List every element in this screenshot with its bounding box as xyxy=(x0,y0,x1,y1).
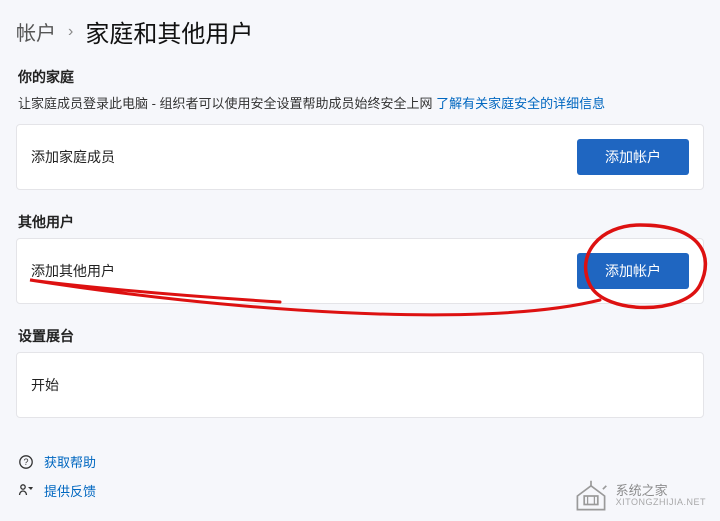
breadcrumb: 帐户 › 家庭和其他用户 xyxy=(16,14,704,49)
watermark-title: 系统之家 xyxy=(616,484,706,498)
watermark: 系统之家 XITONGZHIJIA.NET xyxy=(574,479,706,513)
breadcrumb-parent[interactable]: 帐户 xyxy=(16,17,56,46)
add-other-user-label: 添加其他用户 xyxy=(31,261,115,281)
watermark-sub: XITONGZHIJIA.NET xyxy=(616,498,706,508)
other-users-section-title: 其他用户 xyxy=(18,212,704,232)
get-help-text: 获取帮助 xyxy=(44,452,96,471)
watermark-logo-icon xyxy=(574,479,608,513)
family-section-desc: 让家庭成员登录此电脑 - 组织者可以使用安全设置帮助成员始终安全上网 了解有关家… xyxy=(18,93,704,112)
add-family-account-button[interactable]: 添加帐户 xyxy=(577,139,689,175)
family-section-title: 你的家庭 xyxy=(18,67,704,87)
kiosk-section-title: 设置展台 xyxy=(18,326,704,346)
chevron-right-icon: › xyxy=(68,23,73,41)
feedback-icon xyxy=(18,483,34,499)
kiosk-card[interactable]: 开始 xyxy=(16,352,704,418)
page-title: 家庭和其他用户 xyxy=(85,14,253,49)
get-help-link[interactable]: ? 获取帮助 xyxy=(18,452,704,471)
add-family-member-label: 添加家庭成员 xyxy=(31,147,115,167)
family-desc-text: 让家庭成员登录此电脑 - 组织者可以使用安全设置帮助成员始终安全上网 xyxy=(18,96,436,111)
kiosk-start-label: 开始 xyxy=(31,375,59,395)
add-other-user-card: 添加其他用户 添加帐户 xyxy=(16,238,704,304)
settings-page: 帐户 › 家庭和其他用户 你的家庭 让家庭成员登录此电脑 - 组织者可以使用安全… xyxy=(0,0,720,521)
family-learn-more-link[interactable]: 了解有关家庭安全的详细信息 xyxy=(436,96,605,111)
help-icon: ? xyxy=(18,454,34,470)
svg-text:?: ? xyxy=(23,457,28,467)
add-other-account-button[interactable]: 添加帐户 xyxy=(577,253,689,289)
give-feedback-text: 提供反馈 xyxy=(44,481,96,500)
add-family-member-card: 添加家庭成员 添加帐户 xyxy=(16,124,704,190)
